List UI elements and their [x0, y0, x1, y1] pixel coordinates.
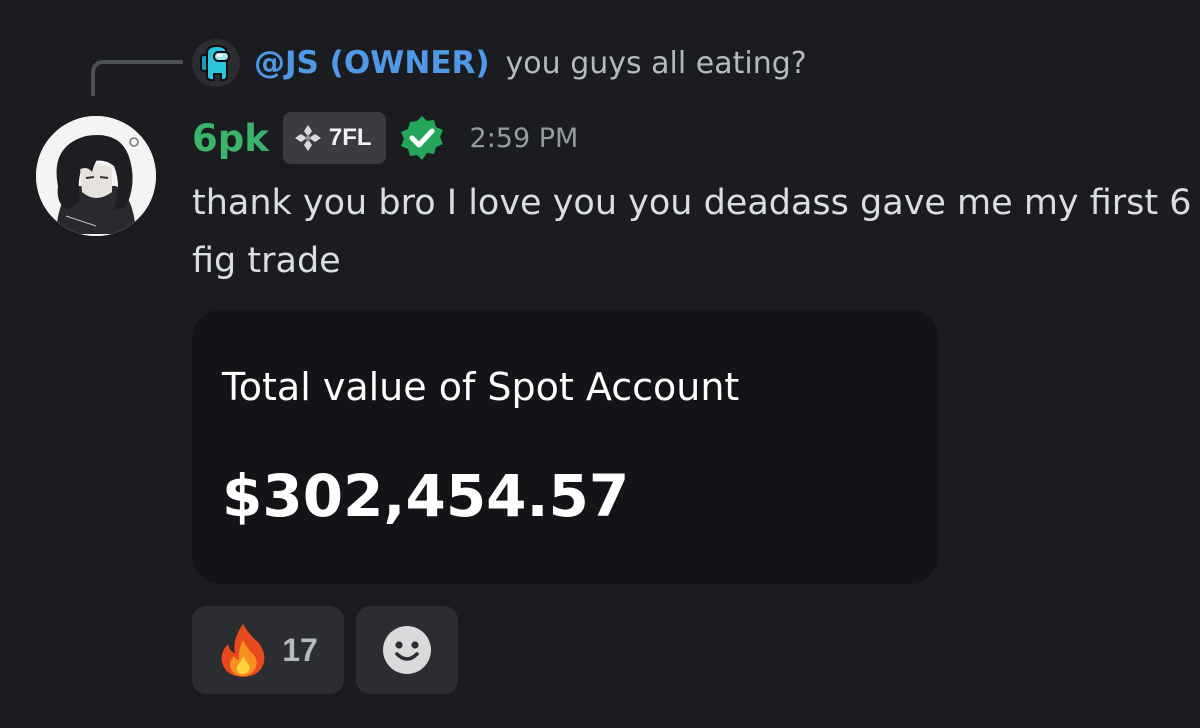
image-attachment[interactable]: Total value of Spot Account $302,454.57 [192, 310, 938, 584]
diamond-cluster-icon [293, 123, 323, 153]
username[interactable]: 6pk [192, 117, 269, 160]
fire-emoji-icon [218, 622, 268, 678]
smiley-face-icon [383, 626, 431, 674]
reply-avatar[interactable] [192, 39, 240, 87]
clan-tag[interactable]: 7FL [282, 112, 386, 164]
reaction-count: 17 [282, 631, 318, 668]
message-timestamp[interactable]: 2:59 PM [470, 123, 579, 154]
reaction-fire[interactable]: 17 [192, 606, 344, 694]
verified-badge-icon[interactable] [398, 114, 446, 162]
add-reaction-button[interactable] [356, 606, 458, 694]
reply-message-text[interactable]: you guys all eating? [506, 46, 807, 81]
spot-account-label: Total value of Spot Account [222, 365, 740, 409]
reactions-bar: 17 [192, 606, 458, 694]
avatar[interactable] [36, 116, 156, 236]
anime-character-avatar [36, 116, 156, 236]
message-content: thank you bro I love you you deadass gav… [192, 183, 1192, 281]
among-us-crewmate-icon [200, 44, 230, 81]
reply-preview[interactable]: @JS (OWNER) you guys all eating? [192, 38, 807, 88]
reply-author[interactable]: @JS (OWNER) [254, 45, 490, 81]
message-header: 6pk 7FL 2:59 PM [192, 110, 578, 166]
spot-account-value: $302,454.57 [222, 462, 630, 530]
clan-tag-label: 7FL [328, 124, 372, 151]
reply-connector-line [91, 60, 183, 96]
